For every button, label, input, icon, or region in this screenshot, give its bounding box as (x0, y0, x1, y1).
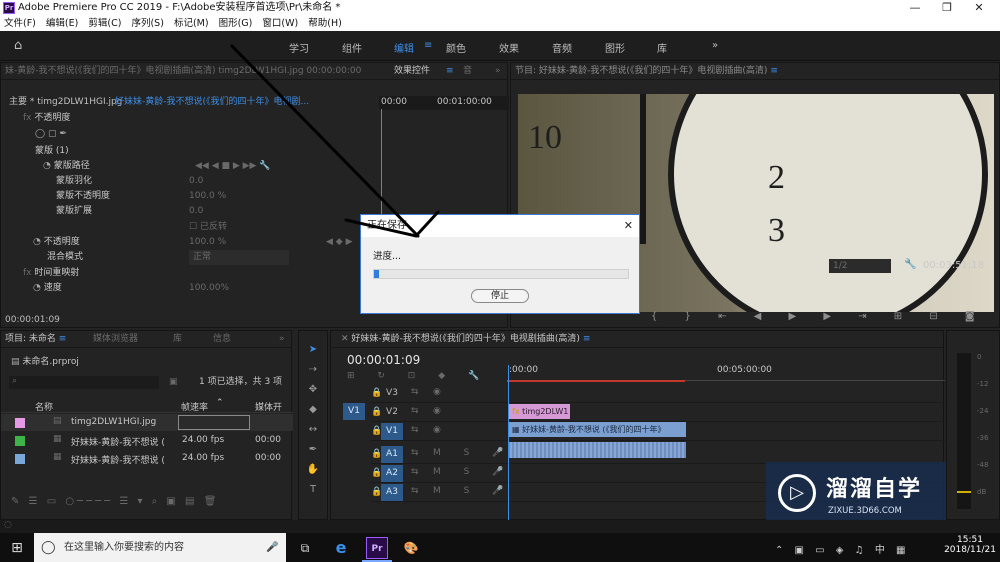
annotation-arrow (230, 44, 440, 238)
